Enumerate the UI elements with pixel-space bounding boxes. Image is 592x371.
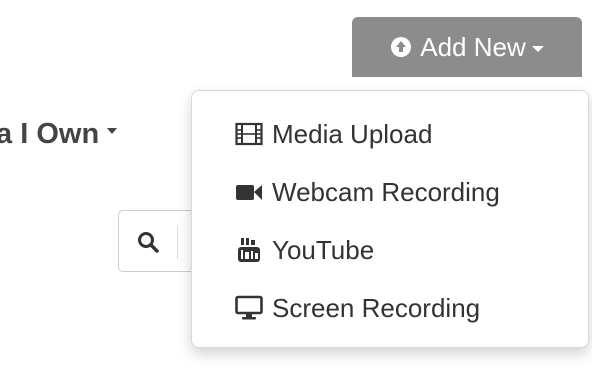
menu-item-youtube[interactable]: YouTube bbox=[192, 221, 588, 279]
caret-down-icon bbox=[107, 127, 118, 134]
youtube-icon bbox=[234, 237, 264, 263]
media-filter-label: ia I Own bbox=[0, 118, 100, 150]
film-icon bbox=[234, 121, 264, 147]
monitor-icon bbox=[234, 295, 264, 321]
add-new-button[interactable]: Add New bbox=[352, 17, 582, 77]
menu-item-webcam-recording[interactable]: Webcam Recording bbox=[192, 163, 588, 221]
menu-item-label: YouTube bbox=[272, 234, 375, 265]
video-camera-icon bbox=[234, 179, 264, 205]
search-icon bbox=[138, 232, 159, 253]
arrow-circle-up-icon bbox=[391, 37, 412, 57]
menu-item-screen-recording[interactable]: Screen Recording bbox=[192, 279, 588, 337]
menu-item-label: Screen Recording bbox=[272, 292, 481, 323]
add-new-dropdown-menu: Media Upload Webcam Recording YouTube Sc… bbox=[191, 90, 589, 348]
menu-item-label: Webcam Recording bbox=[272, 176, 500, 207]
add-new-label: Add New bbox=[420, 31, 526, 62]
page: Add New ia I Own bbox=[0, 0, 592, 371]
search-divider bbox=[177, 225, 178, 259]
media-filter-dropdown[interactable]: ia I Own bbox=[0, 118, 118, 151]
menu-item-media-upload[interactable]: Media Upload bbox=[192, 105, 588, 163]
caret-down-icon bbox=[531, 46, 544, 52]
menu-item-label: Media Upload bbox=[272, 118, 433, 149]
